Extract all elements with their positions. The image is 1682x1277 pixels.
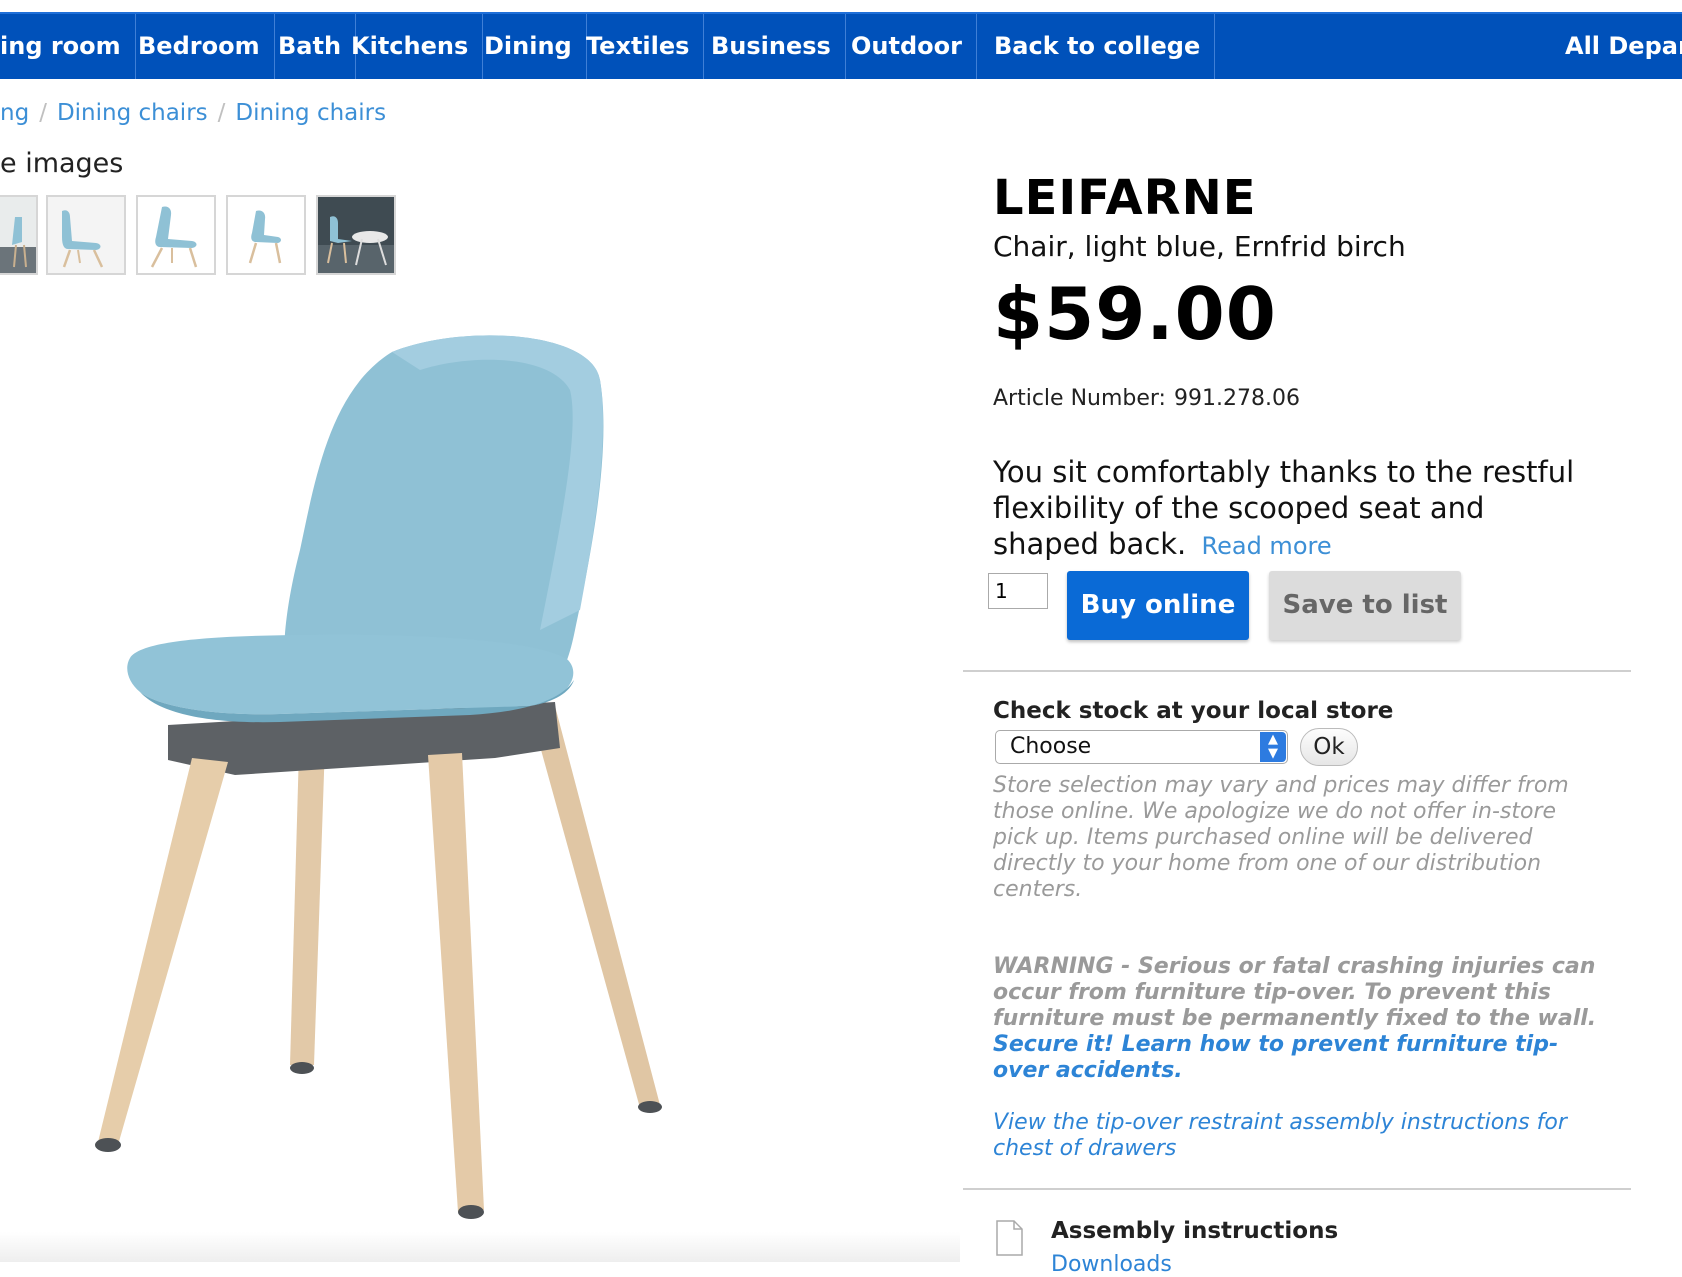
save-to-list-button[interactable]: Save to list: [1269, 571, 1461, 640]
bottom-fade: [0, 1232, 960, 1262]
main-nav: ing room Bedroom Bath Kitchens Dining Te…: [0, 12, 1682, 79]
downloads-link[interactable]: Downloads: [1051, 1252, 1172, 1277]
thumbnail-5[interactable]: [316, 195, 396, 275]
divider: [963, 670, 1631, 672]
breadcrumb: ng / Dining chairs / Dining chairs: [0, 100, 386, 126]
store-note: Store selection may vary and prices may …: [993, 773, 1569, 902]
thumbnail-3[interactable]: [136, 195, 216, 275]
ok-button[interactable]: Ok: [1300, 728, 1358, 766]
read-more-link[interactable]: Read more: [1202, 532, 1332, 560]
article-number: Article Number: 991.278.06: [993, 386, 1300, 411]
warning-text: WARNING - Serious or fatal crashing inju…: [993, 954, 1597, 1031]
nav-item-business[interactable]: Business: [697, 14, 846, 79]
restraint-instructions-link[interactable]: View the tip-over restraint assembly ins…: [993, 1110, 1593, 1162]
nav-item-outdoor[interactable]: Outdoor: [837, 14, 977, 79]
divider: [963, 1188, 1631, 1190]
breadcrumb-link-dining-chairs-sub[interactable]: Dining chairs: [235, 100, 386, 126]
breadcrumb-separator: /: [39, 100, 47, 126]
article-value: 991.278.06: [1173, 386, 1300, 411]
product-name: LEIFARNE: [993, 170, 1257, 226]
quantity-input[interactable]: [988, 573, 1048, 609]
select-arrows-icon: ▲ ▼: [1260, 732, 1286, 762]
breadcrumb-link-dining-chairs[interactable]: Dining chairs: [57, 100, 208, 126]
thumbnail-4[interactable]: [226, 195, 306, 275]
product-price: $59.00: [993, 272, 1277, 356]
buy-online-button[interactable]: Buy online: [1067, 571, 1249, 640]
breadcrumb-link-dining[interactable]: ng: [0, 100, 29, 126]
thumbnail-1[interactable]: [0, 195, 38, 275]
tip-over-warning: WARNING - Serious or fatal crashing inju…: [993, 954, 1613, 1084]
nav-item-textiles[interactable]: Textiles: [572, 14, 705, 79]
secure-it-link[interactable]: Secure it! Learn how to prevent furnitur…: [993, 1032, 1558, 1083]
breadcrumb-separator: /: [217, 100, 226, 126]
nav-item-back-to-college[interactable]: Back to college: [980, 14, 1216, 79]
product-description: Chair, light blue, Ernfrid birch: [993, 230, 1406, 263]
store-select-value: Choose: [1010, 734, 1092, 759]
article-label: Article Number:: [993, 386, 1166, 411]
more-images-heading: e images: [0, 148, 124, 179]
nav-item-living-room[interactable]: ing room: [0, 14, 136, 79]
nav-item-dining[interactable]: Dining: [470, 14, 587, 79]
nav-item-kitchens[interactable]: Kitchens: [337, 14, 484, 79]
document-icon: [995, 1220, 1023, 1256]
stock-check-title: Check stock at your local store: [993, 698, 1394, 724]
nav-item-all-departments[interactable]: All Depar: [1551, 14, 1682, 79]
store-select[interactable]: Choose ▲ ▼: [995, 730, 1288, 764]
nav-item-bedroom[interactable]: Bedroom: [124, 14, 275, 79]
thumbnail-2[interactable]: [46, 195, 126, 275]
product-main-image: [40, 330, 700, 1240]
assembly-instructions-title: Assembly instructions: [1051, 1218, 1339, 1244]
product-blurb: You sit comfortably thanks to the restfu…: [993, 454, 1593, 564]
